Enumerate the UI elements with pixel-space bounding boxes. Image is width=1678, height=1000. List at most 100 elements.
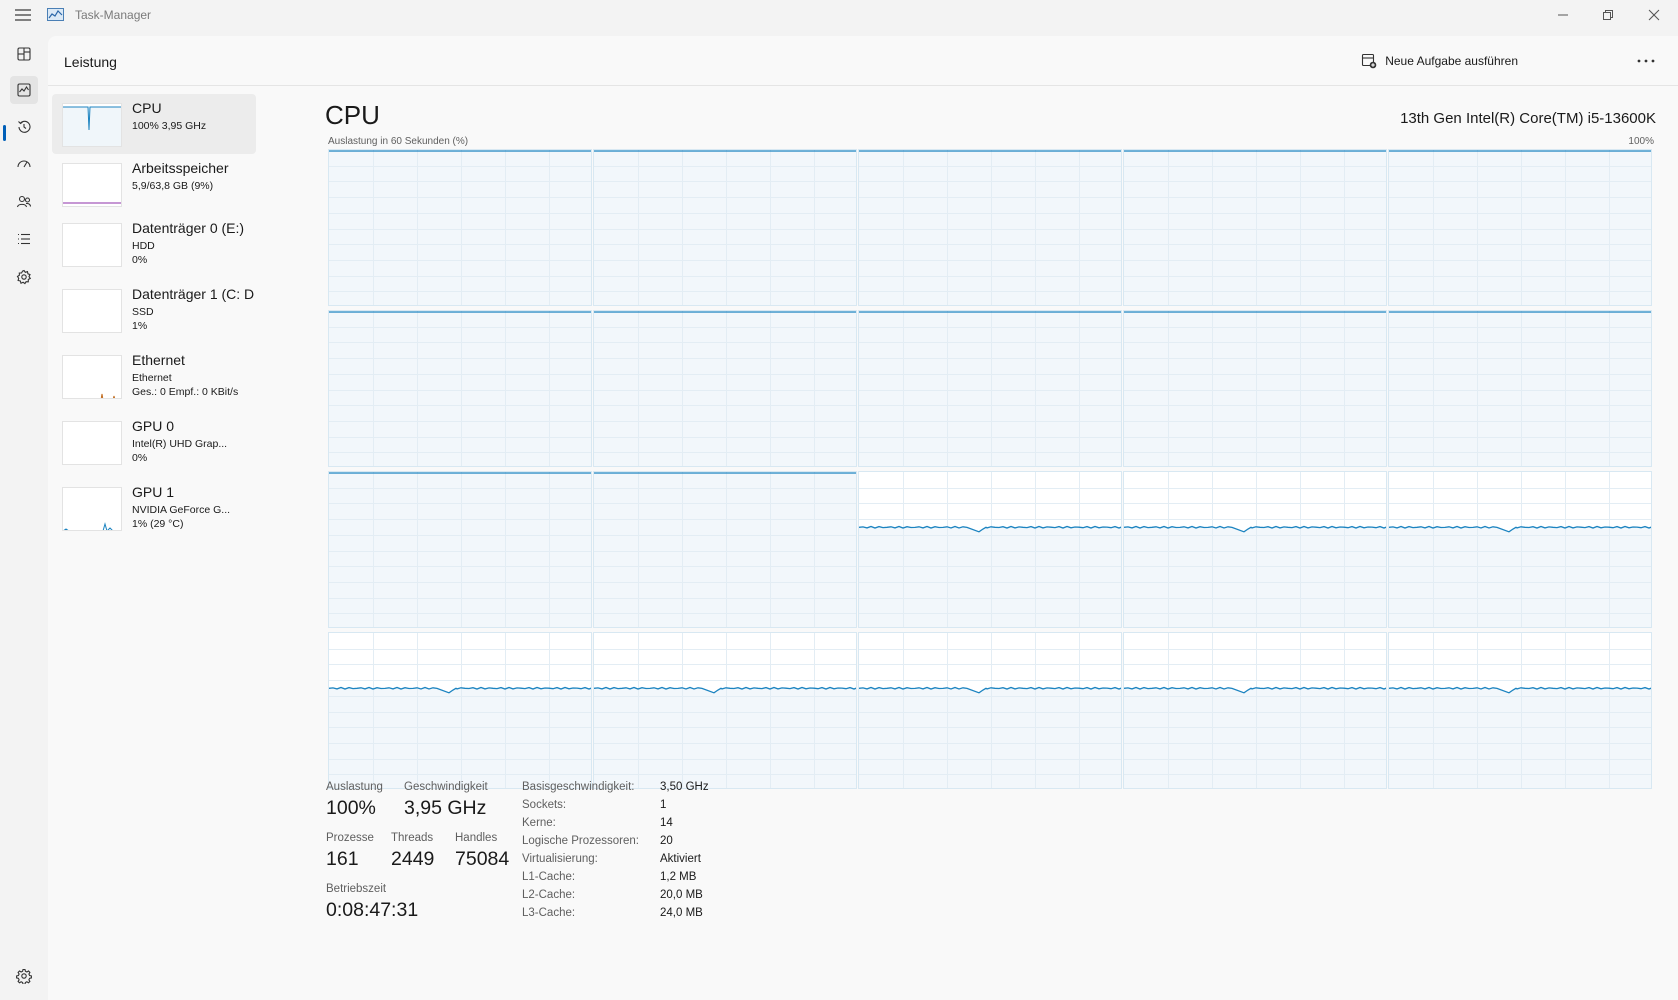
core-utilization-area [594, 151, 856, 305]
resource-type: Ethernet [132, 372, 172, 384]
spec-label: L1-Cache: [522, 871, 576, 883]
core-graph-2 [858, 149, 1122, 306]
resource-item-cpu[interactable]: CPU 100% 3,95 GHz [52, 94, 256, 154]
resource-name: CPU [132, 100, 162, 116]
gpu-0-thumbnail-graph [62, 421, 122, 465]
run-new-task-label: Neue Aufgabe ausführen [1385, 54, 1518, 68]
spec-label: L2-Cache: [522, 889, 576, 901]
core-utilization-area [594, 473, 856, 627]
spec-label: Logische Prozessoren: [522, 835, 639, 847]
core-graph-16 [593, 632, 857, 789]
resource-item-gpu-1[interactable]: GPU 1 NVIDIA GeForce G... 1% (29 °C) [52, 478, 256, 538]
resource-detail: 1% (29 °C) [132, 518, 184, 530]
task-manager-app-icon [47, 8, 64, 21]
resource-detail: 0% [132, 254, 148, 266]
core-graph-15 [328, 632, 592, 789]
title-bar: Task-Manager [0, 0, 1678, 30]
resource-detail: Ges.: 0 Empf.: 0 KBit/s [132, 386, 239, 398]
resource-item-memory[interactable]: Arbeitsspeicher 5,9/63,8 GB (9%) [52, 154, 256, 214]
spec-value: 1 [660, 799, 667, 811]
resource-detail: 5,9/63,8 GB (9%) [132, 180, 214, 192]
spec-value: 3,50 GHz [660, 781, 709, 793]
core-utilization-area [1389, 687, 1651, 788]
utilization-label: Auslastung [326, 781, 383, 793]
details-nav-icon[interactable] [10, 225, 38, 253]
resource-item-disk-0[interactable]: Datenträger 0 (E:) HDD 0% [52, 214, 256, 274]
core-graph-13 [1123, 471, 1387, 628]
spec-label: L3-Cache: [522, 907, 576, 919]
resource-item-disk-1[interactable]: Datenträger 1 (C: D SSD 1% [52, 280, 256, 340]
more-options-icon[interactable] [1634, 50, 1658, 72]
processes-label: Prozesse [326, 832, 374, 844]
core-utilization-area [1389, 151, 1651, 305]
core-utilization-area [329, 312, 591, 466]
core-utilization-area [594, 312, 856, 466]
services-nav-icon[interactable] [10, 263, 38, 291]
restore-button[interactable] [1597, 4, 1619, 26]
spec-value: Aktiviert [660, 853, 701, 865]
run-new-task-button[interactable]: Neue Aufgabe ausführen [1361, 49, 1518, 73]
spec-label: Virtualisierung: [522, 853, 598, 865]
startup-apps-nav-icon[interactable] [10, 150, 38, 178]
users-nav-icon[interactable] [10, 188, 38, 216]
active-nav-indicator [3, 125, 6, 141]
resource-name: Datenträger 1 (C: D [132, 286, 255, 302]
spec-value: 20 [660, 835, 673, 847]
performance-nav-icon[interactable] [10, 76, 38, 104]
handles-value: 75084 [455, 848, 510, 870]
resource-detail: 100% 3,95 GHz [132, 120, 207, 132]
core-utilization-area [859, 687, 1121, 788]
core-utilization-area [594, 687, 856, 788]
processes-nav-icon[interactable] [10, 40, 38, 68]
settings-gear-icon[interactable] [10, 962, 38, 990]
uptime-value: 0:08:47:31 [326, 899, 419, 921]
core-graph-10 [328, 471, 592, 628]
spec-label: Sockets: [522, 799, 567, 811]
core-utilization-area [329, 473, 591, 627]
core-graph-1 [593, 149, 857, 306]
core-graph-3 [1123, 149, 1387, 306]
minimize-button[interactable] [1552, 4, 1574, 26]
ethernet-thumbnail-graph [62, 355, 122, 399]
resource-detail: 1% [132, 320, 148, 332]
logical-processor-graphs [328, 149, 1652, 803]
core-graph-19 [1388, 632, 1652, 789]
core-utilization-area [1389, 526, 1651, 627]
spec-value: 24,0 MB [660, 907, 703, 919]
handles-label: Handles [455, 832, 498, 844]
speed-value: 3,95 GHz [404, 797, 487, 819]
resource-item-gpu-0[interactable]: GPU 0 Intel(R) UHD Grap... 0% [52, 412, 256, 472]
processes-value: 161 [326, 848, 359, 870]
app-history-nav-icon[interactable] [10, 113, 38, 141]
disk-0-thumbnail-graph [62, 223, 122, 267]
core-utilization-area [859, 312, 1121, 466]
graph-caption: Auslastung in 60 Sekunden (%) [328, 136, 469, 147]
utilization-value: 100% [326, 797, 376, 819]
resource-name: Arbeitsspeicher [132, 160, 229, 176]
resource-detail: 0% [132, 452, 148, 464]
core-graph-18 [1123, 632, 1387, 789]
core-graph-4 [1388, 149, 1652, 306]
menu-icon[interactable] [14, 8, 32, 22]
resource-item-ethernet[interactable]: Ethernet Ethernet Ges.: 0 Empf.: 0 KBit/… [52, 346, 256, 406]
core-utilization-area [859, 151, 1121, 305]
resource-name: Datenträger 0 (E:) [132, 220, 245, 236]
core-graph-6 [593, 310, 857, 467]
cpu-title: CPU [325, 100, 380, 130]
core-utilization-area [1124, 526, 1386, 627]
core-graph-8 [1123, 310, 1387, 467]
spec-label: Kerne: [522, 817, 556, 829]
core-utilization-area [329, 151, 591, 305]
threads-value: 2449 [391, 848, 435, 870]
core-utilization-area [1124, 312, 1386, 466]
resource-type: HDD [132, 240, 155, 252]
close-button[interactable] [1643, 4, 1665, 26]
spec-value: 1,2 MB [660, 871, 697, 883]
core-utilization-area [859, 526, 1121, 627]
gpu-1-thumbnail-graph [62, 487, 122, 531]
window-title: Task-Manager [75, 8, 152, 22]
spec-label: Basisgeschwindigkeit: [522, 781, 635, 793]
core-graph-12 [858, 471, 1122, 628]
spec-value: 20,0 MB [660, 889, 703, 901]
core-graph-0 [328, 149, 592, 306]
